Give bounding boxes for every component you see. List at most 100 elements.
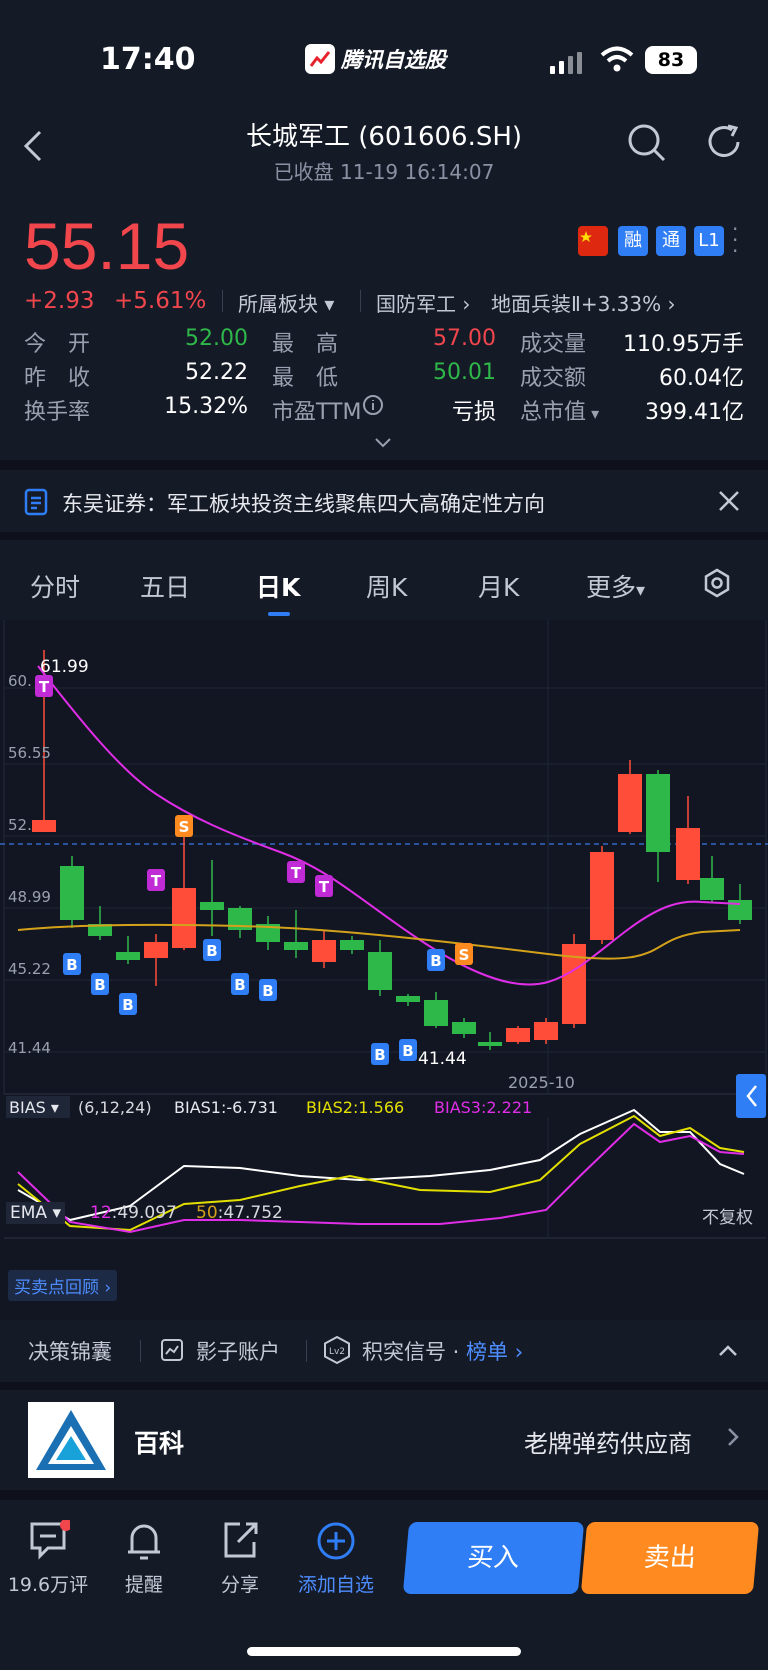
- bias-params: (6,12,24): [78, 1098, 152, 1117]
- remind-label[interactable]: 提醒: [96, 1570, 192, 1597]
- sector-dropdown[interactable]: 所属板块 ▾: [238, 288, 334, 317]
- signal-link[interactable]: 积突信号 · 榜单 ›: [362, 1336, 523, 1366]
- sector-link-ground[interactable]: 地面兵装Ⅱ+3.33% ›: [491, 288, 676, 317]
- decision-kit-link[interactable]: 决策锦囊: [28, 1336, 112, 1366]
- main-panel-frame: [3, 583, 767, 1095]
- close-icon[interactable]: [718, 490, 740, 516]
- sector-link-defense[interactable]: 国防军工 ›: [376, 288, 470, 317]
- tab-more-label: 更多: [586, 573, 637, 602]
- trade-marker-letter: B: [122, 996, 133, 1014]
- candle: [452, 1022, 476, 1034]
- tab-weekly-k[interactable]: 周K: [366, 568, 407, 604]
- y-axis-label: 45.22: [8, 960, 51, 978]
- chevron-right-icon: ›: [508, 1340, 524, 1364]
- news-banner[interactable]: 东吴证券：军工板块投资主线聚焦四大高确定性方向: [0, 470, 768, 532]
- tab-more[interactable]: 更多▾: [586, 568, 645, 604]
- trade-marker-letter: B: [234, 976, 245, 994]
- open-label: 今 开: [24, 332, 91, 357]
- bias1-readout: BIAS1:-6.731: [174, 1098, 278, 1117]
- share-icon[interactable]: [220, 1520, 260, 1564]
- candle: [646, 774, 670, 852]
- ema-dropdown[interactable]: EMA ▾: [6, 1202, 65, 1224]
- encyclopedia-label: 百科: [134, 1429, 185, 1458]
- candle: [368, 952, 392, 990]
- trade-marker-letter: T: [291, 864, 302, 882]
- open-value: 52.00: [185, 326, 248, 351]
- trade-marker-letter: B: [262, 982, 273, 1000]
- tab-daily-k[interactable]: 日K: [256, 568, 300, 604]
- ema50-value: :47.752: [217, 1203, 283, 1223]
- signal-icon: [550, 52, 582, 74]
- kline-chart[interactable]: BBBBBBBBBTTTTSS BIAS ▾ (6,12,24) BIAS1:-6.…: [0, 583, 768, 1320]
- collapse-icon[interactable]: [718, 1342, 738, 1361]
- adjust-toggle[interactable]: 不复权: [702, 1203, 753, 1228]
- candle: [676, 828, 700, 880]
- trade-marker-letter: B: [402, 1042, 413, 1060]
- trade-marker-letter: T: [39, 678, 50, 696]
- ema50-readout: 50:47.752: [196, 1203, 283, 1223]
- low-value: 50.01: [433, 360, 496, 385]
- home-indicator: [247, 1647, 521, 1656]
- expand-chevron-icon[interactable]: [374, 434, 392, 453]
- signal-label: 积突信号 ·: [362, 1340, 467, 1364]
- high-value: 57.00: [433, 326, 496, 351]
- bell-icon[interactable]: [124, 1520, 164, 1566]
- trade-marker-letter: B: [206, 942, 217, 960]
- amount-label: 成交额: [520, 366, 587, 391]
- high-label: 最 高: [272, 332, 339, 357]
- ema12-label: 12: [90, 1203, 112, 1223]
- market-cap-dropdown[interactable]: 总市值 ▾: [520, 394, 599, 426]
- add-watchlist-icon[interactable]: [315, 1520, 357, 1566]
- candle: [116, 952, 140, 960]
- comments-label[interactable]: 19.6万评: [0, 1570, 96, 1597]
- candle: [618, 774, 642, 832]
- trade-marker-letter: B: [430, 952, 441, 970]
- settings-icon[interactable]: [702, 568, 732, 602]
- y-axis-label: 48.99: [8, 888, 51, 906]
- rank-link[interactable]: 榜单: [466, 1340, 508, 1364]
- pe-label: 市盈TTM: [272, 400, 362, 425]
- encyclopedia-card[interactable]: 百科 老牌弹药供应商: [0, 1390, 768, 1490]
- info-icon[interactable]: [362, 394, 384, 420]
- market-cap-value: 399.41亿: [645, 400, 744, 425]
- x-axis-label: 2025-10: [508, 1073, 575, 1092]
- prev-close-value: 52.22: [185, 360, 248, 385]
- tab-monthly-k[interactable]: 月K: [478, 568, 519, 604]
- sector-label: 所属板块: [238, 292, 318, 316]
- bottom-action-bar: 19.6万评 提醒 分享 添加自选 买入 卖出: [0, 1500, 768, 1670]
- candle: [284, 942, 308, 950]
- side-panel-toggle: [736, 1074, 766, 1118]
- current-price: 55.15: [24, 209, 190, 283]
- comment-icon[interactable]: [28, 1519, 72, 1564]
- app-indicator: 腾讯自选股: [305, 42, 446, 76]
- buy-button[interactable]: 买入: [402, 1522, 585, 1594]
- turnover-value: 15.32%: [164, 394, 248, 419]
- connect-badge: 通: [656, 226, 686, 256]
- shadow-account-link[interactable]: 影子账户: [196, 1336, 280, 1366]
- trade-review-button[interactable]: 买卖点回顾 ›: [8, 1270, 118, 1301]
- tab-five-day[interactable]: 五日: [140, 568, 190, 604]
- y-axis-label: 41.44: [8, 1039, 51, 1057]
- y-axis-label: 52.: [8, 816, 32, 834]
- level2-icon: Lv2: [322, 1335, 352, 1369]
- share-label[interactable]: 分享: [192, 1570, 288, 1597]
- trade-marker-letter: B: [94, 976, 105, 994]
- candle: [312, 940, 336, 962]
- trade-marker-letter: B: [374, 1046, 385, 1064]
- tab-intraday[interactable]: 分时: [30, 568, 80, 604]
- volume-label: 成交量: [520, 332, 587, 357]
- sector1-label: 国防军工: [376, 292, 456, 316]
- search-icon[interactable]: [626, 122, 668, 168]
- turnover-label: 换手率: [24, 400, 91, 425]
- trade-marker-letter: T: [319, 878, 330, 896]
- refresh-icon[interactable]: [704, 122, 744, 166]
- candle: [534, 1022, 558, 1040]
- sell-button[interactable]: 卖出: [580, 1522, 760, 1594]
- add-watchlist-label[interactable]: 添加自选: [286, 1570, 386, 1597]
- low-label: 最 低: [272, 366, 339, 391]
- news-headline: 东吴证券：军工板块投资主线聚焦四大高确定性方向: [62, 492, 545, 516]
- level1-badge: L1: [694, 226, 724, 256]
- candle: [340, 940, 364, 950]
- more-icon[interactable]: · · ·: [732, 219, 738, 261]
- candle: [396, 996, 420, 1002]
